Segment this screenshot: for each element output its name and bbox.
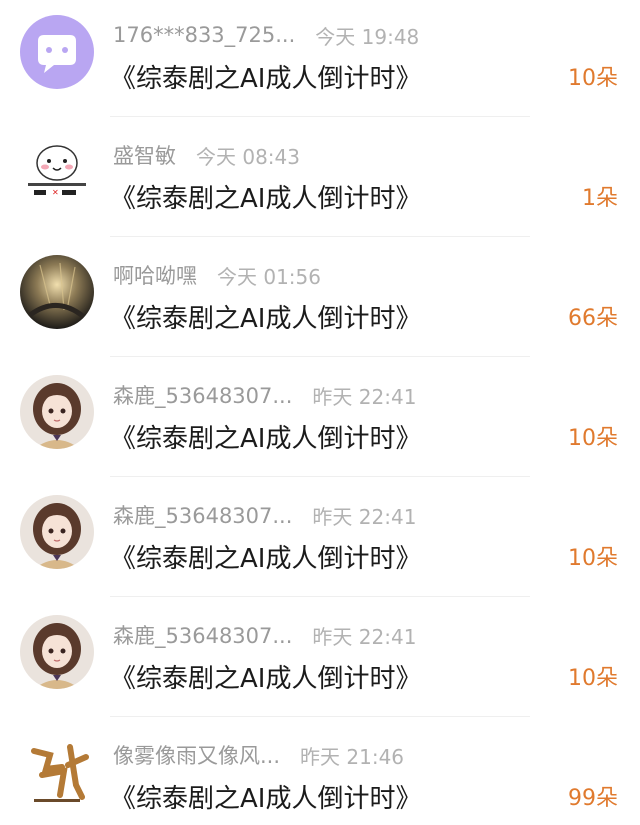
user-avatar[interactable] (20, 375, 94, 449)
work-title[interactable]: 《综泰剧之AI成人倒计时》 (110, 778, 421, 815)
list-item[interactable]: 森鹿_53648307... 昨天 22:41 《综泰剧之AI成人倒计时》 10… (0, 360, 640, 480)
username[interactable]: 森鹿_53648307... (113, 620, 292, 650)
work-title[interactable]: 《综泰剧之AI成人倒计时》 (110, 418, 421, 455)
user-avatar[interactable]: ✕ (20, 135, 94, 209)
gift-count: 10朵 (568, 66, 618, 91)
username[interactable]: 森鹿_53648307... (113, 500, 292, 530)
timestamp: 今天 08:43 (196, 144, 300, 169)
gift-count: 99朵 (568, 786, 618, 811)
username[interactable]: 啊哈呦嘿 (113, 260, 197, 290)
work-title[interactable]: 《综泰剧之AI成人倒计时》 (110, 658, 421, 695)
meta-line: 森鹿_53648307... 昨天 22:41 (113, 380, 443, 410)
username[interactable]: 像雾像雨又像风... (113, 740, 280, 770)
divider (110, 596, 530, 597)
anime-girl-icon (20, 375, 94, 449)
meta-line: 像雾像雨又像风... 昨天 21:46 (113, 740, 443, 770)
timestamp: 今天 19:48 (315, 24, 420, 49)
dark-art-icon (20, 255, 94, 329)
user-avatar[interactable] (20, 735, 94, 809)
anime-girl-icon (20, 615, 94, 689)
list-item[interactable]: 森鹿_53648307... 昨天 22:41 《综泰剧之AI成人倒计时》 10… (0, 480, 640, 600)
gift-count: 1朵 (582, 186, 618, 211)
chat-bubble-icon (20, 15, 94, 89)
divider (110, 356, 530, 357)
user-avatar[interactable] (20, 495, 94, 569)
anime-girl-icon (20, 495, 94, 569)
username[interactable]: 森鹿_53648307... (113, 380, 292, 410)
meta-line: 176***833_725... 今天 19:48 (113, 20, 443, 50)
meta-line: 盛智敏 今天 08:43 (113, 140, 443, 170)
gift-count: 66朵 (568, 306, 618, 331)
divider (110, 116, 530, 117)
work-title[interactable]: 《综泰剧之AI成人倒计时》 (110, 298, 421, 335)
list-item[interactable]: 像雾像雨又像风... 昨天 21:46 《综泰剧之AI成人倒计时》 99朵 (0, 720, 640, 825)
work-title[interactable]: 《综泰剧之AI成人倒计时》 (110, 58, 421, 95)
gift-count: 10朵 (568, 666, 618, 691)
meta-line: 森鹿_53648307... 昨天 22:41 (113, 500, 443, 530)
timestamp: 昨天 21:46 (300, 744, 405, 769)
username[interactable]: 盛智敏 (113, 140, 176, 170)
list-item[interactable]: 176***833_725... 今天 19:48 《综泰剧之AI成人倒计时》 … (0, 0, 640, 120)
gift-record-list: 176***833_725... 今天 19:48 《综泰剧之AI成人倒计时》 … (0, 0, 640, 825)
gift-count: 10朵 (568, 426, 618, 451)
work-title[interactable]: 《综泰剧之AI成人倒计时》 (110, 178, 421, 215)
timestamp: 昨天 22:41 (312, 624, 417, 649)
gift-count: 10朵 (568, 546, 618, 571)
list-item[interactable]: 啊哈呦嘿 今天 01:56 《综泰剧之AI成人倒计时》 66朵 (0, 240, 640, 360)
divider (110, 236, 530, 237)
user-avatar[interactable] (20, 15, 94, 89)
divider (110, 716, 530, 717)
meta-line: 森鹿_53648307... 昨天 22:41 (113, 620, 443, 650)
list-item[interactable]: ✕ 盛智敏 今天 08:43 《综泰剧之AI成人倒计时》 1朵 (0, 120, 640, 240)
user-avatar[interactable] (20, 255, 94, 329)
username[interactable]: 176***833_725... (113, 23, 295, 47)
timestamp: 昨天 22:41 (312, 384, 417, 409)
list-item[interactable]: 森鹿_53648307... 昨天 22:41 《综泰剧之AI成人倒计时》 10… (0, 600, 640, 720)
user-avatar[interactable] (20, 615, 94, 689)
svg-text:✕: ✕ (52, 188, 59, 197)
work-title[interactable]: 《综泰剧之AI成人倒计时》 (110, 538, 421, 575)
timestamp: 今天 01:56 (217, 264, 321, 289)
meta-line: 啊哈呦嘿 今天 01:56 (113, 260, 443, 290)
timestamp: 昨天 22:41 (312, 504, 417, 529)
calligraphy-icon (20, 735, 94, 809)
divider (110, 476, 530, 477)
cartoon-face-icon: ✕ (20, 135, 94, 209)
